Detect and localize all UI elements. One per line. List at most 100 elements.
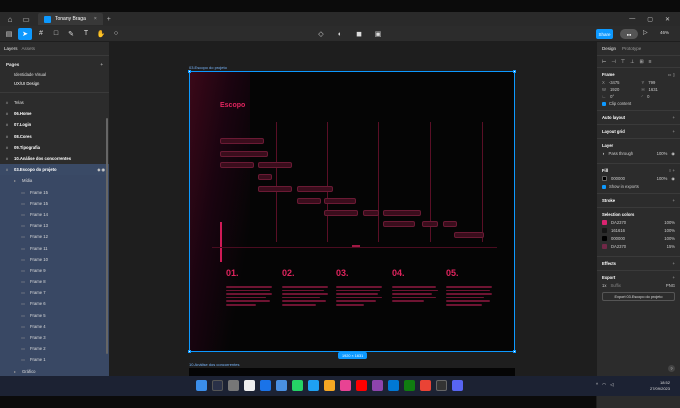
selection-color-row[interactable]: 161616 100% (602, 228, 675, 233)
color-opacity[interactable]: 100% (664, 228, 675, 233)
mask-icon[interactable]: ◐ (334, 28, 346, 40)
layer-item[interactable]: ▭ Frame 14 (0, 208, 109, 221)
export-scale[interactable]: 1x (602, 283, 606, 288)
color-swatch[interactable] (602, 228, 607, 233)
app-icon[interactable] (388, 380, 399, 391)
hand-tool-icon[interactable]: ✋ (95, 28, 107, 40)
add-stroke-icon[interactable]: + (673, 198, 675, 203)
frame-options-icon[interactable]: ▭ ▯ (668, 72, 675, 77)
distribute-icon[interactable]: ≡ (649, 59, 652, 65)
timeline-tag[interactable] (258, 186, 292, 192)
selection-color-row[interactable]: DA2370 15% (602, 244, 675, 249)
fill-opacity[interactable]: 100% (657, 176, 668, 181)
app-icon[interactable] (420, 380, 431, 391)
add-export-icon[interactable]: + (673, 275, 675, 280)
layer-item[interactable]: ▭ Frame 9 (0, 264, 109, 276)
timeline-tag[interactable] (443, 221, 457, 227)
layer-item[interactable]: ▭ Frame 8 (0, 276, 109, 288)
blend-mode-select[interactable]: Pass through (609, 151, 634, 156)
comment-tool-icon[interactable]: ○ (110, 28, 122, 40)
radius-field[interactable]: ◜ 0 (642, 94, 676, 99)
whatsapp-icon[interactable] (292, 380, 303, 391)
help-icon[interactable]: ? (668, 365, 675, 372)
add-effect-icon[interactable]: + (673, 261, 675, 266)
layer-opacity[interactable]: 100% (657, 151, 668, 156)
escopo-frame[interactable]: Escopo 01. 02. 03. 04. 05. (189, 71, 515, 352)
selection-color-row[interactable]: 000000 100% (602, 236, 675, 241)
layer-item[interactable]: #09.Tipografia (0, 142, 109, 153)
layer-item[interactable]: ▭ Frame 1 (0, 354, 109, 366)
component-icon[interactable]: ◇ (315, 28, 327, 40)
timeline-tag[interactable] (297, 198, 321, 204)
height-field[interactable]: H 1631 (642, 87, 676, 92)
app-icon[interactable] (340, 380, 351, 391)
phase-column[interactable]: 04. (392, 258, 444, 304)
move-tool-icon[interactable]: ➤ (18, 27, 32, 40)
home-icon[interactable]: ⌂ (4, 13, 16, 25)
color-opacity[interactable]: 15% (667, 244, 675, 249)
page-item[interactable]: UX/UI Design (0, 79, 109, 88)
layer-item[interactable]: ▭ Frame 10 (0, 253, 109, 265)
chrome-icon[interactable] (276, 380, 287, 391)
color-hex[interactable]: 161616 (611, 228, 625, 233)
color-opacity[interactable]: 100% (664, 220, 675, 225)
layer-item[interactable]: #10.Análise dos concorrentes (0, 153, 109, 164)
add-auto-layout-icon[interactable]: + (673, 115, 675, 120)
layer-item[interactable]: ▸ Mídia (0, 175, 109, 187)
page-item[interactable]: Identidade Visual (0, 70, 109, 79)
tab-prototype[interactable]: Prototype (622, 46, 641, 51)
tab-layers[interactable]: Layers (4, 46, 18, 51)
phase-column[interactable]: 02. (282, 258, 334, 308)
close-tab-icon[interactable]: × (94, 16, 97, 22)
align-top-icon[interactable]: ⊥ (630, 59, 634, 65)
color-hex[interactable]: DA2370 (611, 220, 626, 225)
layer-item[interactable]: #07.Login (0, 119, 109, 130)
layer-item[interactable]: #06.Home (0, 108, 109, 119)
timeline-tag[interactable] (297, 186, 333, 192)
analise-frame[interactable] (189, 368, 515, 376)
align-middle-icon[interactable]: ⊞ (639, 59, 643, 65)
boolean-icon[interactable]: ◼ (353, 28, 365, 40)
layer-item[interactable]: ▭ Frame 12 (0, 231, 109, 243)
present-icon[interactable]: ▷ (643, 29, 648, 36)
figma-icon[interactable] (436, 380, 447, 391)
share-button[interactable]: Share (596, 29, 613, 39)
width-field[interactable]: W 1920 (602, 87, 636, 92)
layer-item[interactable]: ▭ Frame 4 (0, 320, 109, 332)
selection-color-row[interactable]: DA2370 100% (602, 220, 675, 225)
add-page-icon[interactable]: + (100, 62, 103, 67)
add-fill-icon[interactable]: ⁝⁝ + (669, 168, 675, 173)
add-grid-icon[interactable]: + (673, 129, 675, 134)
minimize-icon[interactable]: — (629, 16, 635, 23)
resize-handle[interactable] (188, 350, 191, 353)
timeline-tag[interactable] (258, 162, 292, 168)
layer-item[interactable]: ▭ Frame 15 (0, 197, 109, 209)
chevron-up-icon[interactable]: ^ (596, 382, 598, 388)
layer-item[interactable]: ▭ Frame 11 (0, 242, 109, 254)
layer-item[interactable]: ▸ Gráfico (0, 365, 109, 377)
frame-label[interactable]: 03.Escopo do projeto (189, 65, 227, 70)
close-window-icon[interactable]: ✕ (665, 16, 670, 23)
fill-hex[interactable]: 000000 (611, 176, 625, 181)
timeline-tag[interactable] (324, 198, 356, 204)
layer-item[interactable]: ▭ Frame 3 (0, 331, 109, 344)
color-swatch[interactable] (602, 236, 607, 241)
main-menu-icon[interactable]: ▤ (3, 28, 15, 40)
export-button[interactable]: Export 03.Escopo do projeto (602, 292, 675, 301)
align-right-icon[interactable]: ⊤ (621, 59, 625, 65)
maximize-icon[interactable]: ▢ (647, 16, 653, 23)
canvas[interactable]: 03.Escopo do projeto Escopo 01. 02. 03. … (110, 42, 596, 376)
frame-label[interactable]: 10.Análise dos concorrentes (189, 362, 239, 367)
pen-tool-icon[interactable]: ✎ (65, 28, 77, 40)
phase-column[interactable]: 01. (226, 258, 278, 308)
timeline-tag[interactable] (258, 174, 272, 180)
show-in-exports-checkbox[interactable]: Show in exports (602, 184, 675, 189)
export-format[interactable]: PNG (666, 283, 675, 288)
resize-handle[interactable] (188, 70, 191, 73)
layer-item[interactable]: ▭ Frame 7 (0, 287, 109, 299)
avatar[interactable]: ●● (620, 29, 638, 39)
layer-item[interactable]: ▭ Frame 13 (0, 220, 109, 232)
new-tab-icon[interactable]: + (107, 16, 111, 23)
rotation-field[interactable]: ∟ 0° (602, 94, 636, 99)
phase-column[interactable]: 03. (336, 258, 388, 308)
